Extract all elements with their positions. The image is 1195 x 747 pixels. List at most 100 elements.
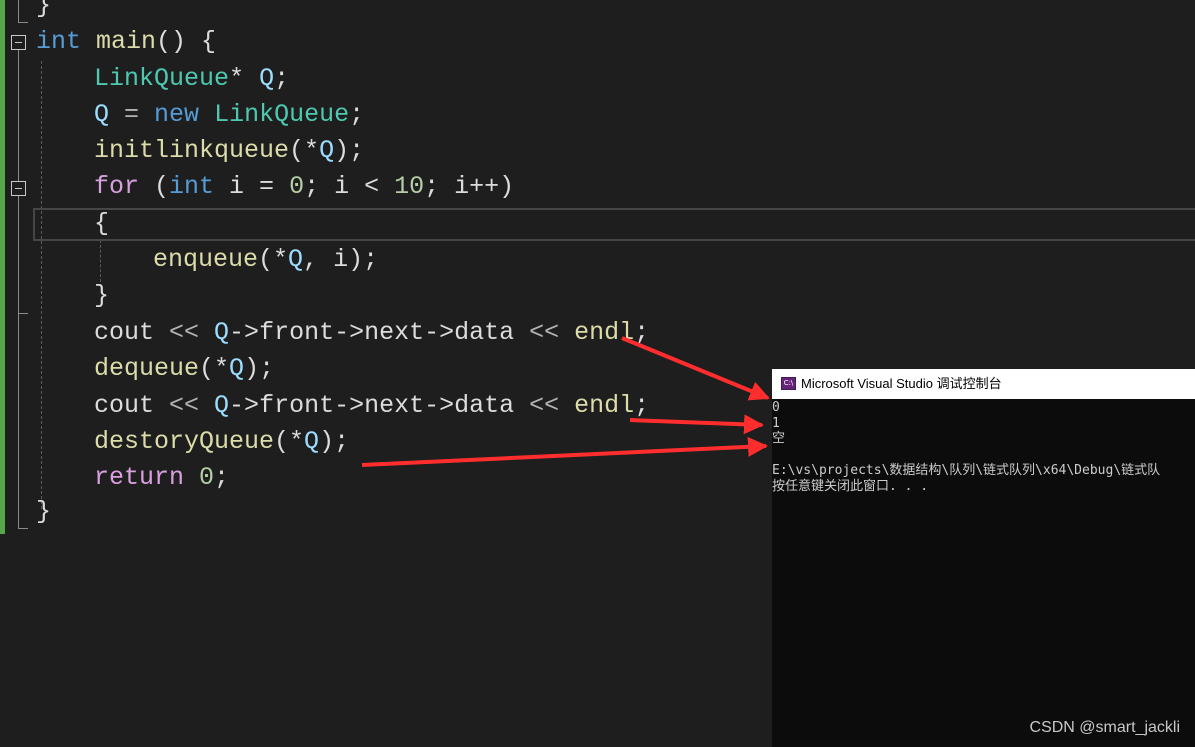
code-line-main[interactable]: int main() { <box>36 24 216 60</box>
identifier: endl <box>574 318 635 347</box>
code-line[interactable]: } <box>94 278 109 314</box>
code-line-for[interactable]: for (int i = 0; i < 10; i++) <box>94 169 514 205</box>
punctuation: , <box>303 245 334 274</box>
console-title: Microsoft Visual Studio 调试控制台 <box>801 376 1002 391</box>
watermark: CSDN @smart_jackli <box>1029 719 1180 736</box>
keyword: int <box>169 172 215 201</box>
opening-brace: { <box>94 209 110 238</box>
operator: -> <box>229 318 260 347</box>
variable: Q <box>214 391 230 420</box>
punctuation: () { <box>156 27 217 56</box>
function-call: enqueue <box>153 245 259 274</box>
code-line[interactable]: } <box>36 494 51 530</box>
function-call: dequeue <box>94 354 200 383</box>
punctuation: ; <box>349 100 365 129</box>
outline-end-marker <box>18 313 28 314</box>
keyword: int <box>36 27 82 56</box>
current-line-highlight <box>33 208 1195 241</box>
punctuation: ; <box>634 391 650 420</box>
code-line[interactable]: cout << Q->front->next->data << endl; <box>94 388 649 424</box>
operator: * <box>229 64 245 93</box>
type-name: LinkQueue <box>94 64 230 93</box>
variable: Q <box>259 64 275 93</box>
console-titlebar[interactable]: C:\ Microsoft Visual Studio 调试控制台 <box>772 369 1195 399</box>
member: next <box>364 391 425 420</box>
type-name: LinkQueue <box>214 100 350 129</box>
outline-end-marker <box>18 528 28 529</box>
identifier: endl <box>574 391 635 420</box>
number-literal: 0 <box>289 172 305 201</box>
member: front <box>259 391 335 420</box>
console-output-line: 空 <box>772 431 786 446</box>
member: front <box>259 318 335 347</box>
function-name: main <box>96 27 157 56</box>
code-line[interactable]: Q = new LinkQueue; <box>94 97 364 133</box>
variable: i <box>333 245 349 274</box>
function-call: initlinkqueue <box>94 136 290 165</box>
punctuation: ; <box>274 64 290 93</box>
operator: -> <box>334 391 365 420</box>
console-output-path: E:\vs\projects\数据结构\队列\链式队列\x64\Debug\链式… <box>772 463 1161 478</box>
identifier: cout <box>94 318 155 347</box>
indent-guide <box>41 61 42 509</box>
punctuation: ); <box>244 354 275 383</box>
outline-line <box>18 0 19 22</box>
code-line[interactable]: } <box>36 0 51 24</box>
closing-brace: } <box>94 281 110 310</box>
console-output-prompt: 按任意键关闭此窗口. . . <box>772 479 929 494</box>
collapse-main-icon[interactable] <box>11 35 26 50</box>
punctuation: (* <box>258 245 289 274</box>
closing-brace: } <box>36 0 52 20</box>
collapse-for-icon[interactable] <box>11 181 26 196</box>
variable: Q <box>94 100 110 129</box>
code-line[interactable]: cout << Q->front->next->data << endl; <box>94 315 649 351</box>
console-output-line: 0 <box>772 400 780 415</box>
code-line[interactable]: initlinkqueue(*Q); <box>94 133 364 169</box>
change-indicator-bar <box>0 0 5 534</box>
variable: Q <box>229 354 245 383</box>
closing-brace: } <box>36 497 52 526</box>
variable: Q <box>288 245 304 274</box>
function-call: destoryQueue <box>94 427 275 456</box>
operator: -> <box>229 391 260 420</box>
debug-console-window[interactable]: C:\ Microsoft Visual Studio 调试控制台 0 1 空 … <box>772 369 1195 747</box>
operator: -> <box>424 318 455 347</box>
punctuation: (* <box>289 136 320 165</box>
operator: << <box>514 391 575 420</box>
number-literal: 10 <box>394 172 425 201</box>
loop-expression: i = <box>214 172 290 201</box>
punctuation: ( <box>139 172 170 201</box>
outline-end-marker <box>18 22 28 23</box>
keyword: new <box>154 100 200 129</box>
punctuation: (* <box>274 427 305 456</box>
member: data <box>454 318 515 347</box>
operator: << <box>154 391 215 420</box>
outline-line <box>18 50 19 528</box>
code-line[interactable]: destoryQueue(*Q); <box>94 424 349 460</box>
control-keyword: for <box>94 172 140 201</box>
operator: = <box>109 100 155 129</box>
indent-guide <box>100 240 101 282</box>
punctuation: ); <box>348 245 379 274</box>
identifier: cout <box>94 391 155 420</box>
code-line[interactable]: LinkQueue* Q; <box>94 61 289 97</box>
console-output-line: 1 <box>772 416 780 431</box>
variable: Q <box>304 427 320 456</box>
variable: Q <box>319 136 335 165</box>
operator: << <box>154 318 215 347</box>
control-keyword: return <box>94 463 185 492</box>
loop-expression: ; i++) <box>424 172 515 201</box>
number-literal: 0 <box>199 463 215 492</box>
code-line[interactable]: return 0; <box>94 460 229 496</box>
loop-expression: ; i < <box>304 172 395 201</box>
punctuation: ; <box>634 318 650 347</box>
code-line[interactable]: dequeue(*Q); <box>94 351 274 387</box>
member: next <box>364 318 425 347</box>
code-line[interactable]: { <box>94 206 109 242</box>
console-icon-label: C:\ <box>783 379 794 387</box>
member: data <box>454 391 515 420</box>
punctuation: (* <box>199 354 230 383</box>
console-app-icon: C:\ <box>781 377 796 390</box>
code-line[interactable]: enqueue(*Q, i); <box>153 242 378 278</box>
